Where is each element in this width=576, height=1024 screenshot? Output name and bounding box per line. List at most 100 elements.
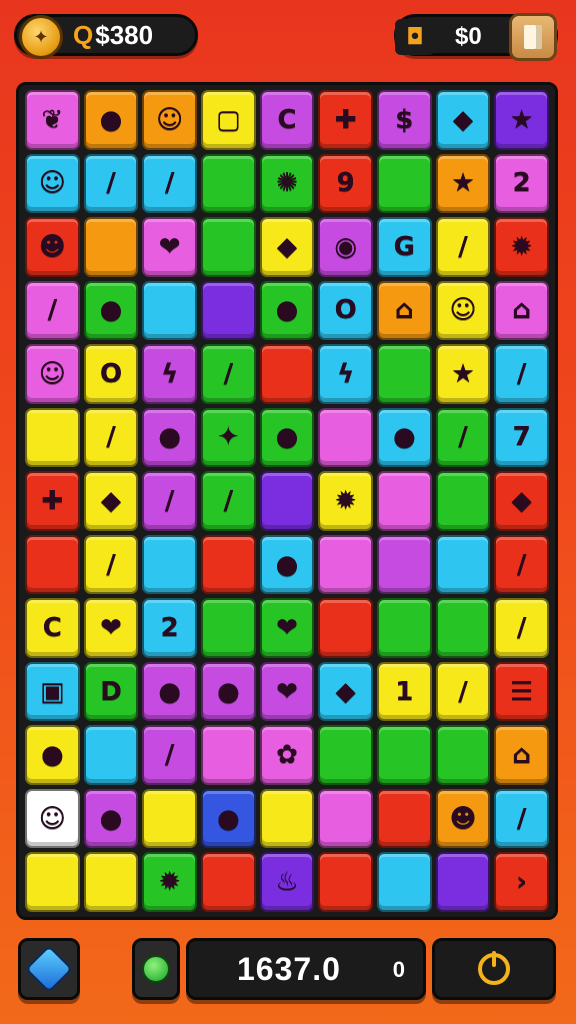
- tile[interactable]: [318, 407, 373, 468]
- tile[interactable]: [377, 788, 432, 849]
- tile[interactable]: /: [83, 534, 139, 595]
- tile[interactable]: ❤: [83, 598, 139, 658]
- tile[interactable]: G: [377, 217, 432, 277]
- tile[interactable]: ★: [435, 344, 491, 404]
- tile[interactable]: ⌂: [494, 725, 549, 785]
- tile[interactable]: [25, 407, 80, 468]
- tile[interactable]: [201, 217, 256, 277]
- tile[interactable]: ϟ: [318, 344, 373, 404]
- tile[interactable]: ✹: [494, 217, 549, 277]
- tile[interactable]: ✺: [259, 153, 315, 214]
- tile[interactable]: ☺: [25, 344, 80, 404]
- tile[interactable]: [377, 598, 432, 658]
- tile[interactable]: ✿: [259, 725, 315, 785]
- tile[interactable]: [201, 725, 256, 785]
- tile[interactable]: ●: [83, 280, 139, 341]
- tile[interactable]: ✚: [25, 471, 80, 531]
- tile[interactable]: ❤: [259, 661, 315, 722]
- tile[interactable]: /: [435, 407, 491, 468]
- shop-button[interactable]: [509, 13, 557, 61]
- tile[interactable]: [83, 852, 139, 912]
- tile[interactable]: ●: [259, 280, 315, 341]
- tile[interactable]: [142, 788, 197, 849]
- tile[interactable]: D: [83, 661, 139, 722]
- tile[interactable]: ☺: [25, 153, 80, 214]
- tile[interactable]: 2: [142, 598, 197, 658]
- tile[interactable]: ●: [142, 661, 197, 722]
- tile[interactable]: ▣: [25, 661, 80, 722]
- tile[interactable]: C: [259, 90, 315, 150]
- tile[interactable]: /: [201, 344, 256, 404]
- gem-button[interactable]: [18, 938, 80, 1000]
- tile[interactable]: [142, 280, 197, 341]
- tile[interactable]: [435, 852, 491, 912]
- tile[interactable]: 1: [377, 661, 432, 722]
- tile[interactable]: ●: [83, 90, 139, 150]
- tile[interactable]: [318, 788, 373, 849]
- tile[interactable]: /: [142, 471, 197, 531]
- tile[interactable]: /: [83, 153, 139, 214]
- tile[interactable]: ★: [435, 153, 491, 214]
- tile[interactable]: [201, 852, 256, 912]
- tile[interactable]: [259, 471, 315, 531]
- tile[interactable]: [83, 725, 139, 785]
- tile[interactable]: [435, 598, 491, 658]
- tile[interactable]: [318, 534, 373, 595]
- tile[interactable]: /: [83, 407, 139, 468]
- tile[interactable]: [83, 217, 139, 277]
- tile[interactable]: ☺: [25, 788, 80, 849]
- tile[interactable]: ♨: [259, 852, 315, 912]
- tile[interactable]: ◉: [318, 217, 373, 277]
- tile[interactable]: O: [83, 344, 139, 404]
- tile[interactable]: [318, 598, 373, 658]
- tile[interactable]: ❤: [259, 598, 315, 658]
- tile[interactable]: /: [494, 788, 549, 849]
- tile[interactable]: ☺: [142, 90, 197, 150]
- tile[interactable]: ▢: [201, 90, 256, 150]
- tile[interactable]: /: [142, 725, 197, 785]
- tile[interactable]: C: [25, 598, 80, 658]
- tile[interactable]: /: [435, 661, 491, 722]
- tile[interactable]: ☻: [25, 217, 80, 277]
- tile[interactable]: 7: [494, 407, 549, 468]
- tile[interactable]: [201, 153, 256, 214]
- tile[interactable]: [377, 344, 432, 404]
- tile[interactable]: [377, 534, 432, 595]
- tile[interactable]: ●: [201, 788, 256, 849]
- tile[interactable]: ⌂: [377, 280, 432, 341]
- tile[interactable]: ☺: [435, 280, 491, 341]
- tile[interactable]: ◆: [259, 217, 315, 277]
- tile[interactable]: ●: [377, 407, 432, 468]
- tile[interactable]: ●: [83, 788, 139, 849]
- tile[interactable]: $: [377, 90, 432, 150]
- tile[interactable]: ✹: [142, 852, 197, 912]
- tile[interactable]: [435, 725, 491, 785]
- tile[interactable]: ●: [259, 534, 315, 595]
- tile[interactable]: ›: [494, 852, 549, 912]
- tile[interactable]: [259, 344, 315, 404]
- tile[interactable]: ☻: [435, 788, 491, 849]
- tile[interactable]: O: [318, 280, 373, 341]
- tile[interactable]: /: [142, 153, 197, 214]
- tile[interactable]: ❤: [142, 217, 197, 277]
- tile[interactable]: ●: [201, 661, 256, 722]
- tile[interactable]: [259, 788, 315, 849]
- tile[interactable]: [377, 725, 432, 785]
- tile[interactable]: [435, 471, 491, 531]
- tile[interactable]: 2: [494, 153, 549, 214]
- tile[interactable]: [142, 534, 197, 595]
- tile[interactable]: ●: [25, 725, 80, 785]
- tile[interactable]: ●: [142, 407, 197, 468]
- tile[interactable]: ●: [259, 407, 315, 468]
- tile[interactable]: [25, 852, 80, 912]
- tile[interactable]: [201, 280, 256, 341]
- tile[interactable]: ❦: [25, 90, 80, 150]
- tile[interactable]: [318, 725, 373, 785]
- tile[interactable]: [377, 852, 432, 912]
- tile[interactable]: [318, 852, 373, 912]
- tile[interactable]: [25, 534, 80, 595]
- tile[interactable]: ★: [494, 90, 549, 150]
- tile[interactable]: ⌂: [494, 280, 549, 341]
- tile[interactable]: [435, 534, 491, 595]
- tile[interactable]: /: [25, 280, 80, 341]
